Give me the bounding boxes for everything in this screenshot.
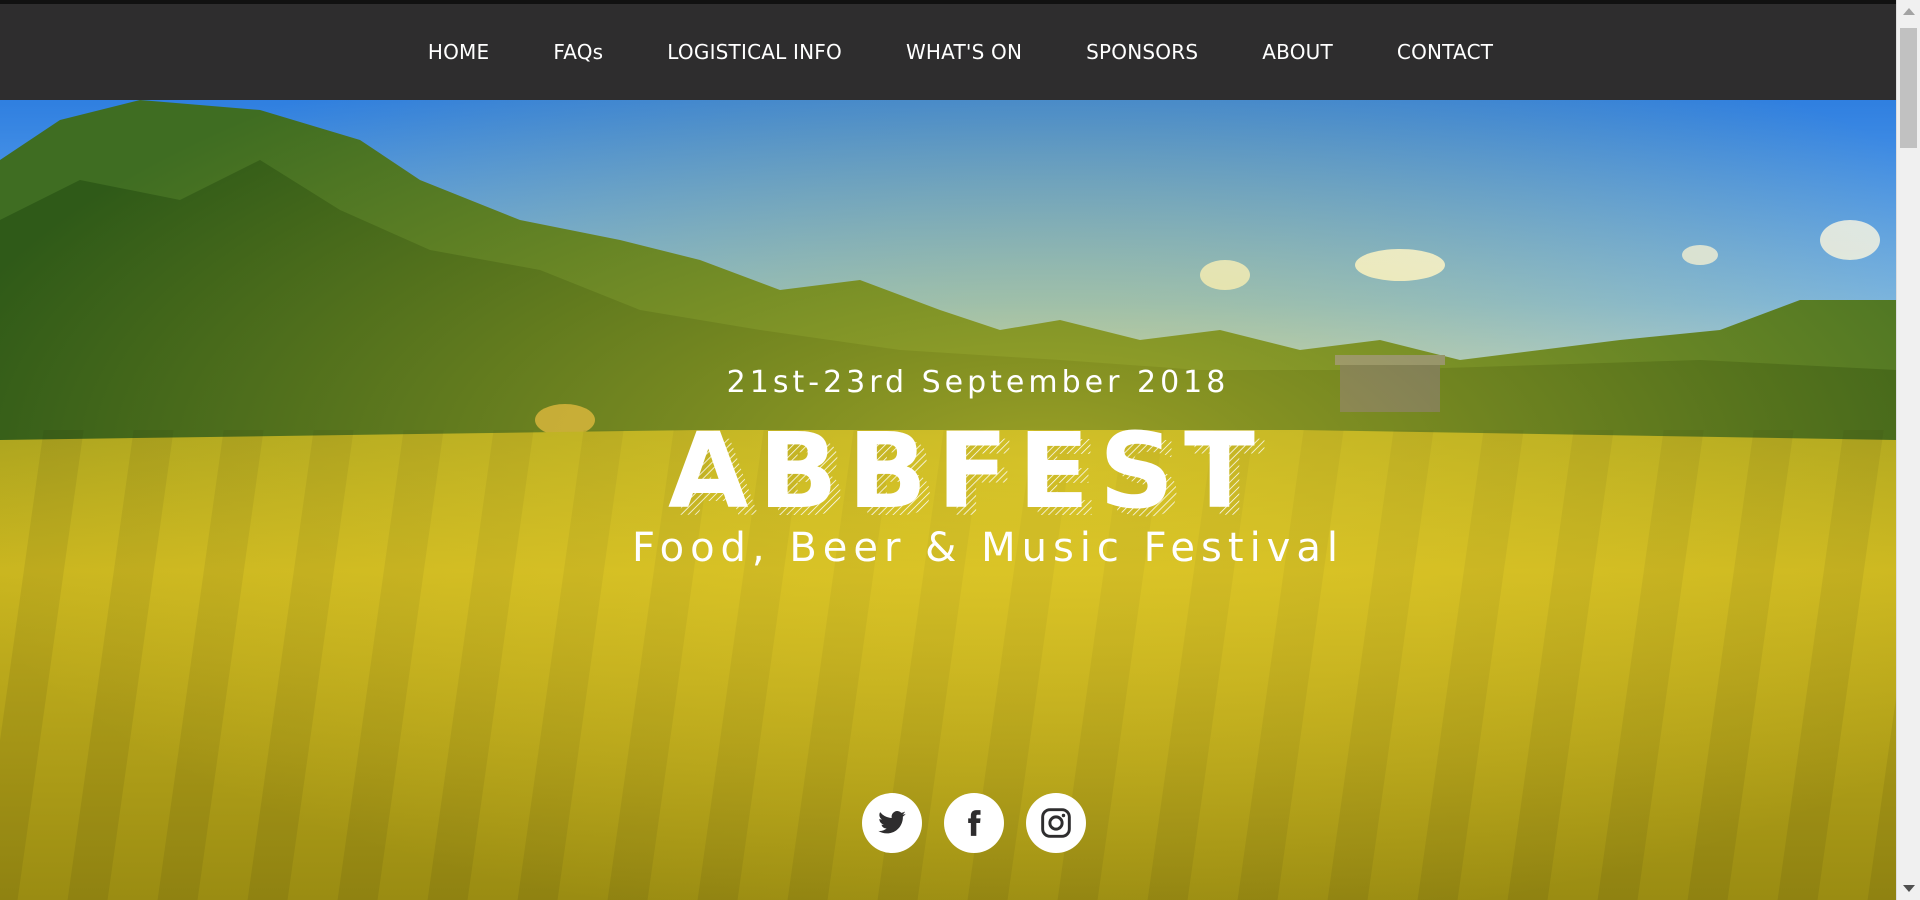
nav-item-whats-on[interactable]: WHAT'S ON bbox=[874, 40, 1054, 64]
festival-title-logo: ABBFEST ABBFEST bbox=[660, 410, 1280, 540]
twitter-button[interactable] bbox=[862, 793, 922, 853]
nav-item-contact[interactable]: CONTACT bbox=[1365, 40, 1525, 64]
hero-banner: 21st-23rd September 2018 ABBFEST ABBFEST… bbox=[0, 100, 1896, 900]
instagram-icon bbox=[1041, 808, 1071, 838]
festival-date: 21st-23rd September 2018 bbox=[726, 365, 1230, 400]
nav-item-sponsors[interactable]: SPONSORS bbox=[1054, 40, 1230, 64]
page-scrollbar[interactable] bbox=[1896, 0, 1920, 900]
nav-item-about[interactable]: ABOUT bbox=[1230, 40, 1365, 64]
festival-tagline: Food, Beer & Music Festival bbox=[632, 525, 1344, 571]
nav-item-home[interactable]: HOME bbox=[396, 40, 521, 64]
social-links bbox=[862, 793, 1086, 853]
festival-title: ABBFEST bbox=[668, 415, 1265, 525]
nav-item-faqs[interactable]: FAQs bbox=[521, 40, 635, 64]
facebook-button[interactable] bbox=[944, 793, 1004, 853]
instagram-button[interactable] bbox=[1026, 793, 1086, 853]
twitter-icon bbox=[878, 811, 906, 834]
facebook-icon bbox=[968, 810, 981, 836]
scroll-up-icon[interactable] bbox=[1903, 8, 1915, 15]
scroll-down-icon[interactable] bbox=[1903, 885, 1915, 892]
nav-list: HOME FAQs LOGISTICAL INFO WHAT'S ON SPON… bbox=[0, 4, 1896, 100]
scroll-thumb[interactable] bbox=[1900, 28, 1917, 148]
nav-item-logistical-info[interactable]: LOGISTICAL INFO bbox=[635, 40, 874, 64]
festival-title-graphic: ABBFEST ABBFEST bbox=[668, 410, 1265, 540]
main-navigation: HOME FAQs LOGISTICAL INFO WHAT'S ON SPON… bbox=[0, 4, 1896, 100]
